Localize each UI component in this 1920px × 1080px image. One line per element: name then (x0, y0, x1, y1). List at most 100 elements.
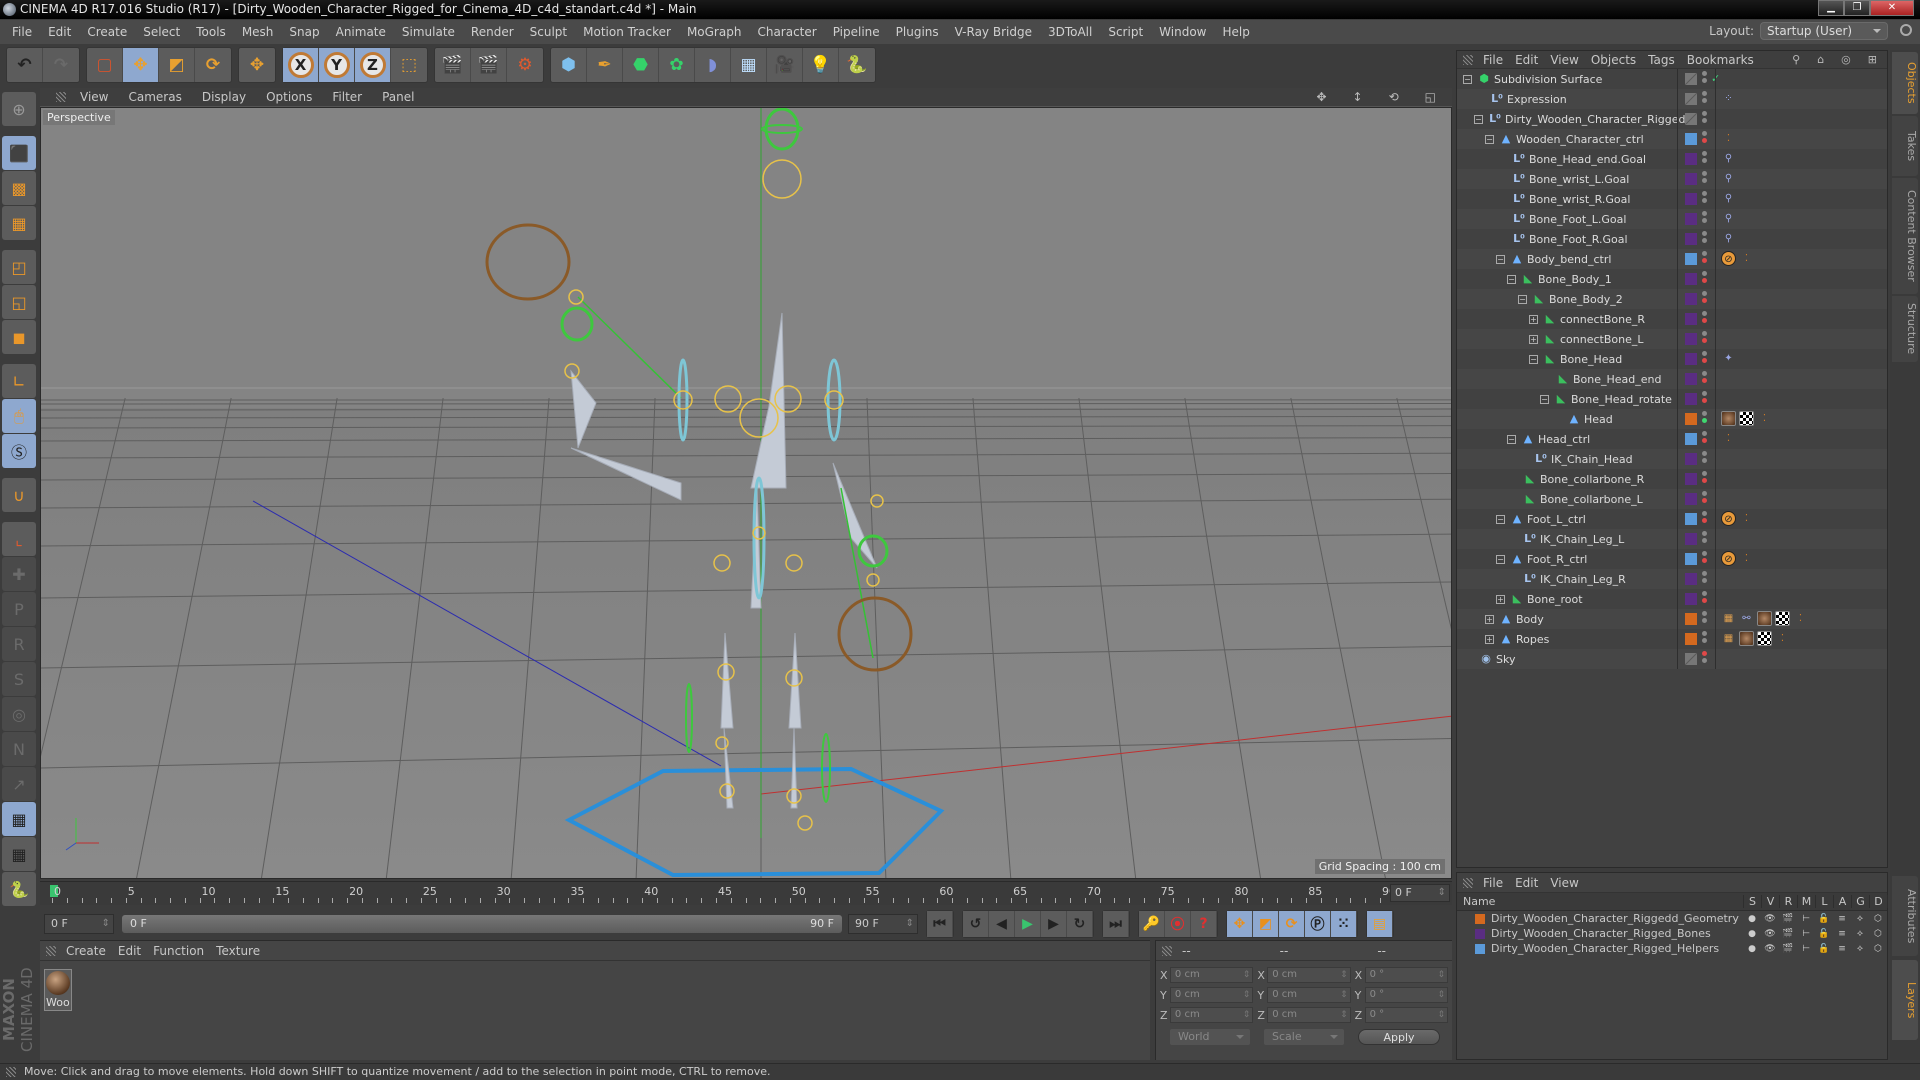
expand-icon[interactable]: + (1496, 594, 1505, 604)
ik-goal-tag-icon[interactable]: ⚲ (1721, 191, 1736, 206)
tab-objects[interactable]: Objects (1892, 52, 1918, 114)
layer-color-swatch[interactable] (1685, 613, 1697, 625)
z-axis-lock-icon[interactable]: Z (355, 48, 391, 82)
object-row[interactable]: L⁰ Expression ⁘ (1457, 89, 1887, 109)
go-to-start-button[interactable]: ⏮ (927, 911, 953, 937)
collapse-icon[interactable]: − (1496, 254, 1505, 264)
cube-icon[interactable]: ⬢ (551, 48, 587, 82)
object-row[interactable]: − ▲ Head_ctrl ⁚ (1457, 429, 1887, 449)
layer-menu-file[interactable]: File (1477, 876, 1509, 890)
visibility-dots[interactable] (1702, 351, 1708, 367)
preview-range-slider[interactable]: 0 F 90 F (122, 915, 842, 933)
visibility-dots[interactable] (1702, 431, 1708, 447)
visibility-dot-icon[interactable] (1702, 551, 1707, 556)
visibility-dot-icon[interactable] (1702, 78, 1707, 83)
python-icon[interactable]: 🐍 (839, 48, 875, 82)
deformers-icon[interactable]: ⬡ (1869, 929, 1887, 939)
visibility-dot-icon[interactable] (1702, 651, 1707, 656)
generators-icon[interactable]: ⟡ (1851, 914, 1869, 924)
coordinate-mode-dropdown[interactable]: World (1170, 1029, 1250, 1045)
menu-v-ray-bridge[interactable]: V-Ray Bridge (947, 25, 1040, 39)
menu-render[interactable]: Render (463, 25, 522, 39)
size-mode-dropdown[interactable]: Scale (1264, 1029, 1344, 1045)
layer-color-swatch[interactable] (1685, 373, 1697, 385)
model-mode-icon[interactable]: ⬛ (2, 136, 36, 170)
visible-icon[interactable]: 👁 (1761, 914, 1779, 924)
current-frame-field[interactable]: 0 F (1390, 884, 1450, 902)
layer-color-swatch[interactable] (1685, 573, 1697, 585)
ik-tag-icon[interactable]: ✦ (1721, 351, 1736, 366)
layer-color-swatch[interactable] (1685, 593, 1697, 605)
object-label[interactable]: Sky (1496, 653, 1515, 666)
workplane-mode-icon[interactable]: ▦ (2, 206, 36, 240)
visibility-dots[interactable] (1702, 71, 1708, 87)
points-mode-icon[interactable]: ◰ (2, 250, 36, 284)
material-menu-texture[interactable]: Texture (210, 944, 266, 958)
collapse-icon[interactable]: − (1540, 394, 1549, 404)
undo-icon[interactable]: ↶ (7, 48, 43, 82)
viewport-menu-options[interactable]: Options (256, 90, 322, 104)
render-picture-viewer-icon[interactable]: 🎬 (471, 48, 507, 82)
visibility-dot-icon[interactable] (1702, 291, 1707, 296)
visible-icon[interactable]: 👁 (1761, 929, 1779, 939)
object-label[interactable]: connectBone_L (1560, 333, 1644, 346)
visibility-dot-icon[interactable] (1702, 631, 1707, 636)
visibility-dot-icon[interactable] (1702, 251, 1707, 256)
perspective-viewport[interactable]: Perspective Grid Spacing : 100 cm (40, 107, 1452, 879)
visibility-dot-icon[interactable] (1702, 158, 1707, 163)
uvw-checker-tag-icon[interactable] (1739, 411, 1754, 426)
object-row[interactable]: ◣ Bone_Head_end (1457, 369, 1887, 389)
visibility-dot-icon[interactable] (1702, 71, 1707, 76)
object-label[interactable]: IK_Chain_Head (1551, 453, 1633, 466)
menu-character[interactable]: Character (749, 25, 824, 39)
layer-color-swatch[interactable] (1685, 333, 1697, 345)
material-menu-edit[interactable]: Edit (112, 944, 147, 958)
layer-color-swatch[interactable] (1685, 313, 1697, 325)
ik-goal-tag-icon[interactable]: ⚲ (1721, 211, 1736, 226)
object-row[interactable]: L⁰ Bone_Foot_R.Goal ⚲ (1457, 229, 1887, 249)
hip-l-joint[interactable] (713, 554, 731, 572)
object-label[interactable]: Body_bend_ctrl (1527, 253, 1611, 266)
viewport-menu-cameras[interactable]: Cameras (118, 90, 191, 104)
collapse-icon[interactable]: − (1463, 74, 1472, 84)
ik-pole-icon[interactable]: N (2, 732, 36, 766)
rotate-icon[interactable]: ⟳ (195, 48, 231, 82)
python-script-icon[interactable]: 🐍 (2, 872, 36, 906)
solo-icon[interactable]: ● (1743, 914, 1761, 924)
size-z-field[interactable]: 0 cm (1267, 1007, 1351, 1023)
menu-window[interactable]: Window (1151, 25, 1214, 39)
visibility-dot-icon[interactable] (1702, 398, 1707, 403)
lock-icon[interactable]: 🔓 (1815, 914, 1833, 924)
motion-recording-button[interactable]: 🔑 (1139, 911, 1165, 937)
visibility-dot-icon[interactable] (1702, 271, 1707, 276)
ik-goal-tag-icon[interactable]: ⚲ (1721, 151, 1736, 166)
layer-color-swatch[interactable] (1685, 393, 1697, 405)
visibility-dot-icon[interactable] (1702, 131, 1707, 136)
pan-icon[interactable]: ✥ (1306, 90, 1336, 104)
animation-icon[interactable]: ≡ (1833, 914, 1851, 924)
object-label[interactable]: Bone_collarbone_L (1540, 493, 1643, 506)
tab-attributes[interactable]: Attributes (1892, 876, 1918, 956)
ik-soft-icon[interactable]: ↗ (2, 767, 36, 801)
visibility-dot-icon[interactable] (1702, 531, 1707, 536)
layer-color-swatch[interactable] (1685, 193, 1697, 205)
object-row[interactable]: L⁰ Bone_Head_end.Goal ⚲ (1457, 149, 1887, 169)
layer-color-swatch[interactable] (1685, 213, 1697, 225)
object-label[interactable]: Bone_Foot_L.Goal (1529, 213, 1626, 226)
viewport-menu-view[interactable]: View (70, 90, 118, 104)
layer-color-swatch[interactable] (1475, 913, 1485, 924)
object-row[interactable]: L⁰ Bone_wrist_L.Goal ⚲ (1457, 169, 1887, 189)
visibility-dot-icon[interactable] (1702, 278, 1707, 283)
menu-file[interactable]: File (4, 25, 40, 39)
ik-psr-icon[interactable]: S (2, 662, 36, 696)
visibility-dots[interactable] (1702, 251, 1708, 267)
material-menu-function[interactable]: Function (147, 944, 210, 958)
layer-row[interactable]: Dirty_Wooden_Character_Rigged_Bones ● 👁 🎬 ⊢ 🔓… (1457, 926, 1900, 941)
layer-color-swatch[interactable] (1685, 133, 1697, 145)
visibility-dots[interactable] (1702, 371, 1708, 387)
visibility-dot-icon[interactable] (1702, 411, 1707, 416)
object-row[interactable]: ◣ Bone_collarbone_R (1457, 469, 1887, 489)
object-row[interactable]: L⁰ IK_Chain_Leg_R (1457, 569, 1887, 589)
protection-tag-icon[interactable]: ⊘ (1721, 511, 1736, 526)
timeline-ruler[interactable]: 0 5 10 15 20 25 30 35 40 45 50 55 60 65 70 75 80 85 90 0 F (40, 881, 1452, 905)
